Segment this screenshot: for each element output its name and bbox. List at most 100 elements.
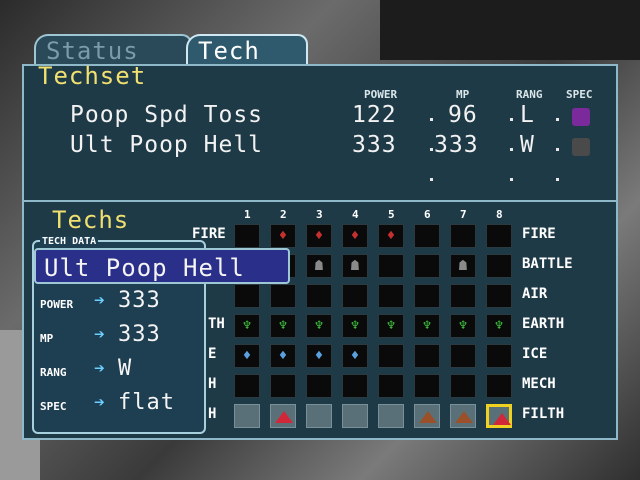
tech-slot[interactable] <box>414 344 440 368</box>
tech-slot[interactable] <box>378 254 404 278</box>
techset-power: 333 <box>352 132 397 158</box>
tech-data-mp-label: MP <box>40 332 54 345</box>
tech-slot[interactable] <box>450 374 476 398</box>
tech-slot[interactable] <box>378 374 404 398</box>
separator-dot <box>556 118 559 121</box>
tech-slot[interactable] <box>450 404 476 428</box>
power-header: POWER <box>364 88 398 101</box>
fire-icon: ♦ <box>314 228 324 244</box>
tech-slot[interactable] <box>342 374 368 398</box>
mp-header: MP <box>456 88 470 101</box>
earth-icon: ♆ <box>242 318 252 334</box>
element-label-earth: EARTH <box>522 316 565 332</box>
tech-slot[interactable] <box>234 374 260 398</box>
grey-skull-icon <box>572 138 590 156</box>
tech-slot[interactable]: ♆ <box>342 314 368 338</box>
background-shadow <box>380 0 640 60</box>
element-label-ice: ICE <box>522 346 548 362</box>
filth-brown-icon <box>419 411 437 423</box>
tech-slot[interactable] <box>450 344 476 368</box>
tech-slot[interactable] <box>270 374 296 398</box>
empty-slot-dot <box>556 178 559 181</box>
ice-icon: ♦ <box>278 348 288 364</box>
tech-slot[interactable] <box>234 284 260 308</box>
tech-slot[interactable]: ☗ <box>450 254 476 278</box>
column-number: 5 <box>388 208 395 221</box>
tech-slot[interactable] <box>414 284 440 308</box>
tech-slot[interactable] <box>450 284 476 308</box>
tech-slot[interactable]: ♆ <box>378 314 404 338</box>
tab-tech[interactable]: Tech <box>186 34 308 68</box>
tech-slot[interactable]: ☗ <box>306 254 332 278</box>
tech-slot[interactable] <box>234 224 260 248</box>
tech-slot[interactable] <box>378 284 404 308</box>
tech-slot[interactable]: ♦ <box>342 344 368 368</box>
tech-slot[interactable] <box>414 224 440 248</box>
tech-slot[interactable]: ♆ <box>486 314 512 338</box>
separator-dot <box>510 148 513 151</box>
tech-slot[interactable] <box>414 404 440 428</box>
earth-icon: ♆ <box>494 318 504 334</box>
tech-slot[interactable]: ♦ <box>270 344 296 368</box>
tech-slot[interactable]: ♦ <box>234 344 260 368</box>
tech-slot[interactable] <box>486 404 512 428</box>
earth-icon: ♆ <box>422 318 432 334</box>
tech-slot[interactable] <box>486 254 512 278</box>
tech-slot[interactable] <box>234 404 260 428</box>
column-number: 7 <box>460 208 467 221</box>
tech-slot[interactable] <box>306 284 332 308</box>
tech-slot[interactable]: ♆ <box>306 314 332 338</box>
tech-slot[interactable]: ♦ <box>342 224 368 248</box>
fire-icon: ♦ <box>278 228 288 244</box>
tech-slot[interactable] <box>342 284 368 308</box>
tech-slot[interactable] <box>378 404 404 428</box>
arrow-right-icon: ➔ <box>94 358 105 379</box>
battle-icon: ☗ <box>350 258 360 274</box>
earth-icon: ♆ <box>278 318 288 334</box>
tech-slot[interactable]: ♦ <box>378 224 404 248</box>
tech-slot[interactable]: ♆ <box>270 314 296 338</box>
tech-data-spec-value: flat <box>118 390 175 415</box>
tech-slot[interactable] <box>306 374 332 398</box>
ice-icon: ♦ <box>242 348 252 364</box>
tech-slot[interactable] <box>306 404 332 428</box>
techset-power: 122 <box>352 102 397 128</box>
tech-slot[interactable]: ♦ <box>270 224 296 248</box>
tech-slot[interactable] <box>486 224 512 248</box>
ice-icon: ♦ <box>350 348 360 364</box>
tech-data-range-label: RANG <box>40 366 67 379</box>
arrow-right-icon: ➔ <box>94 290 105 311</box>
techset-name: Ult Poop Hell <box>70 132 264 158</box>
battle-icon: ☗ <box>314 258 324 274</box>
tech-slot[interactable] <box>486 284 512 308</box>
tech-slot[interactable]: ♆ <box>234 314 260 338</box>
tech-slot[interactable]: ♆ <box>414 314 440 338</box>
tech-slot[interactable] <box>486 374 512 398</box>
tech-slot[interactable] <box>450 224 476 248</box>
tech-slot[interactable] <box>342 404 368 428</box>
tech-slot[interactable]: ♦ <box>306 344 332 368</box>
tech-slot[interactable]: ♦ <box>306 224 332 248</box>
arrow-right-icon: ➔ <box>94 324 105 345</box>
tech-slot[interactable] <box>378 344 404 368</box>
techset-range: L <box>520 102 535 128</box>
tech-slot[interactable] <box>486 344 512 368</box>
arrow-right-icon: ➔ <box>94 392 105 413</box>
tech-slot[interactable] <box>414 374 440 398</box>
column-number: 1 <box>244 208 251 221</box>
empty-slot-dot <box>510 178 513 181</box>
purple-skull-icon <box>572 108 590 126</box>
tech-data-power-value: 333 <box>118 288 161 313</box>
empty-slot-dot <box>430 178 433 181</box>
techset-range: W <box>520 132 535 158</box>
tech-slot[interactable] <box>414 254 440 278</box>
fire-icon: ♦ <box>350 228 360 244</box>
element-label-filth: FILTH <box>522 406 565 422</box>
tech-slot[interactable]: ☗ <box>342 254 368 278</box>
battle-icon: ☗ <box>458 258 468 274</box>
element-label-left: H <box>208 376 217 392</box>
earth-icon: ♆ <box>314 318 324 334</box>
tech-slot[interactable]: ♆ <box>450 314 476 338</box>
tech-slot[interactable] <box>270 284 296 308</box>
tech-slot[interactable] <box>270 404 296 428</box>
